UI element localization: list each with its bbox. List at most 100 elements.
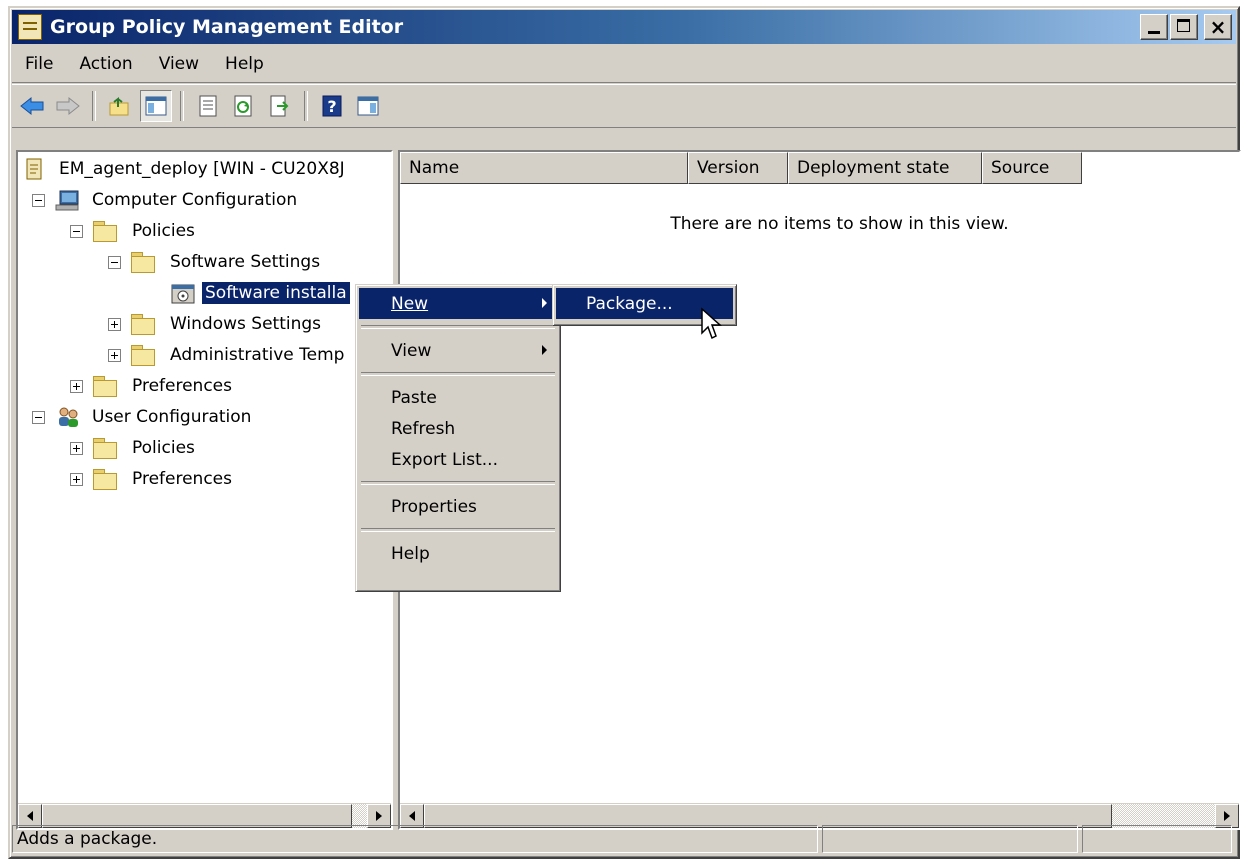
folder-icon [93,376,117,397]
submenu-arrow-icon [542,345,547,355]
menu-file[interactable]: File [12,54,66,74]
tree-item-user-preferences[interactable]: Preferences [70,464,235,494]
close-icon: × [1209,15,1227,39]
properties-button[interactable] [192,90,224,122]
tree-label-preferences: Preferences [132,376,232,396]
expand-icon[interactable] [108,348,121,362]
column-header-name[interactable]: Name [400,152,688,184]
column-header-deployment-state[interactable]: Deployment state [788,152,982,184]
tree-item-software-settings[interactable]: Software Settings [108,247,323,277]
mouse-cursor-icon [701,307,722,340]
tree-label-computer-configuration: Computer Configuration [92,190,298,210]
help-icon: ? [322,95,342,117]
back-button[interactable] [16,90,48,122]
tree-label-user-policies: Policies [132,438,195,458]
scroll-right-arrow-icon [1224,811,1230,821]
tree-item-user-policies[interactable]: Policies [70,433,198,463]
title-bar[interactable]: Group Policy Management Editor × [12,10,1236,44]
menu-item-paste-label: Paste [391,387,437,408]
menu-item-export-list-label: Export List... [391,449,498,470]
tree-item-policies[interactable]: Policies [70,216,198,246]
toolbar: ? [12,84,1236,128]
back-arrow-icon [20,96,44,116]
menu-item-new[interactable]: New [359,288,557,319]
column-header-source[interactable]: Source [982,152,1082,184]
column-headers: Name Version Deployment state Source [400,152,1239,184]
menu-view[interactable]: View [146,54,212,74]
window-title: Group Policy Management Editor [50,16,404,38]
collapse-icon[interactable] [70,224,83,238]
menu-item-paste[interactable]: Paste [359,382,557,413]
gpo-document-icon [26,158,42,180]
refresh-button[interactable] [228,90,260,122]
show-hide-console-tree-button[interactable] [140,90,172,122]
maximize-button[interactable] [1170,14,1198,40]
menu-separator [361,481,555,485]
collapse-icon[interactable] [32,193,45,207]
context-menu: New View Paste Refresh Export List... Pr… [355,284,561,592]
folder-icon [93,469,117,490]
tree-label-user-configuration: User Configuration [92,407,252,427]
empty-list-message: There are no items to show in this view. [670,214,1009,234]
menu-item-refresh[interactable]: Refresh [359,413,557,444]
menu-bar: File Action View Help [12,46,1236,83]
menu-item-refresh-label: Refresh [391,418,456,439]
menu-item-export-list[interactable]: Export List... [359,444,557,475]
window-controls: × [1140,14,1232,40]
main-window: Group Policy Management Editor × File Ac… [8,6,1241,859]
expand-icon[interactable] [70,441,83,455]
menu-item-properties[interactable]: Properties [359,491,557,522]
menu-action[interactable]: Action [66,54,145,74]
expand-icon[interactable] [70,472,83,486]
policy-editor-app-icon [18,14,42,40]
menu-help[interactable]: Help [212,54,277,74]
menu-separator [361,325,555,329]
collapse-icon[interactable] [108,255,121,269]
tree-item-software-installation[interactable]: Software installa [170,278,351,308]
maximize-icon [1177,19,1190,32]
up-one-level-button[interactable] [104,90,136,122]
menu-item-help-label: Help [391,543,430,564]
folder-icon [131,252,155,273]
console-tree-pane[interactable]: EM_agent_deploy [WIN - CU20X8J Computer … [16,150,393,830]
tree-item-computer-configuration[interactable]: Computer Configuration [32,185,300,215]
column-header-version[interactable]: Version [688,152,788,184]
export-list-button[interactable] [264,90,296,122]
status-panel-2 [822,825,1078,853]
tree-item-administrative-templates[interactable]: Administrative Temp [108,340,347,370]
toolbar-separator [304,91,308,121]
minimize-icon [1148,31,1160,34]
tree-item-root[interactable]: EM_agent_deploy [WIN - CU20X8J [24,154,348,184]
forward-button[interactable] [52,90,84,122]
expand-icon[interactable] [108,317,121,331]
tree-item-preferences[interactable]: Preferences [70,371,235,401]
collapse-icon[interactable] [32,410,45,424]
users-icon [59,407,78,427]
submenu-arrow-icon [542,298,547,308]
refresh-icon [234,95,252,117]
scroll-left-arrow-icon [27,811,33,821]
minimize-button[interactable] [1140,14,1168,40]
properties-icon [199,95,217,117]
scroll-right-arrow-icon [376,811,382,821]
show-hide-action-pane-button[interactable] [352,90,384,122]
close-button[interactable]: × [1204,14,1232,40]
forward-arrow-icon [56,96,80,116]
menu-item-view[interactable]: View [359,335,557,366]
tree-label-windows-settings: Windows Settings [170,314,322,334]
computer-icon [55,190,79,211]
scroll-left-arrow-icon [409,811,415,821]
svg-text:?: ? [327,97,336,116]
tree-label-administrative-templates: Administrative Temp [170,345,345,365]
toolbar-separator [92,91,96,121]
folder-icon [131,345,155,366]
help-button[interactable]: ? [316,90,348,122]
status-panel-3 [1082,825,1232,853]
expand-icon[interactable] [70,379,83,393]
menu-item-help[interactable]: Help [359,538,557,569]
tree-item-windows-settings[interactable]: Windows Settings [108,309,324,339]
menu-item-package-label: Package... [586,293,673,314]
tree-label-root: EM_agent_deploy [WIN - CU20X8J [59,159,345,179]
tree-item-user-configuration[interactable]: User Configuration [32,402,254,432]
tree-label-policies: Policies [132,221,195,241]
